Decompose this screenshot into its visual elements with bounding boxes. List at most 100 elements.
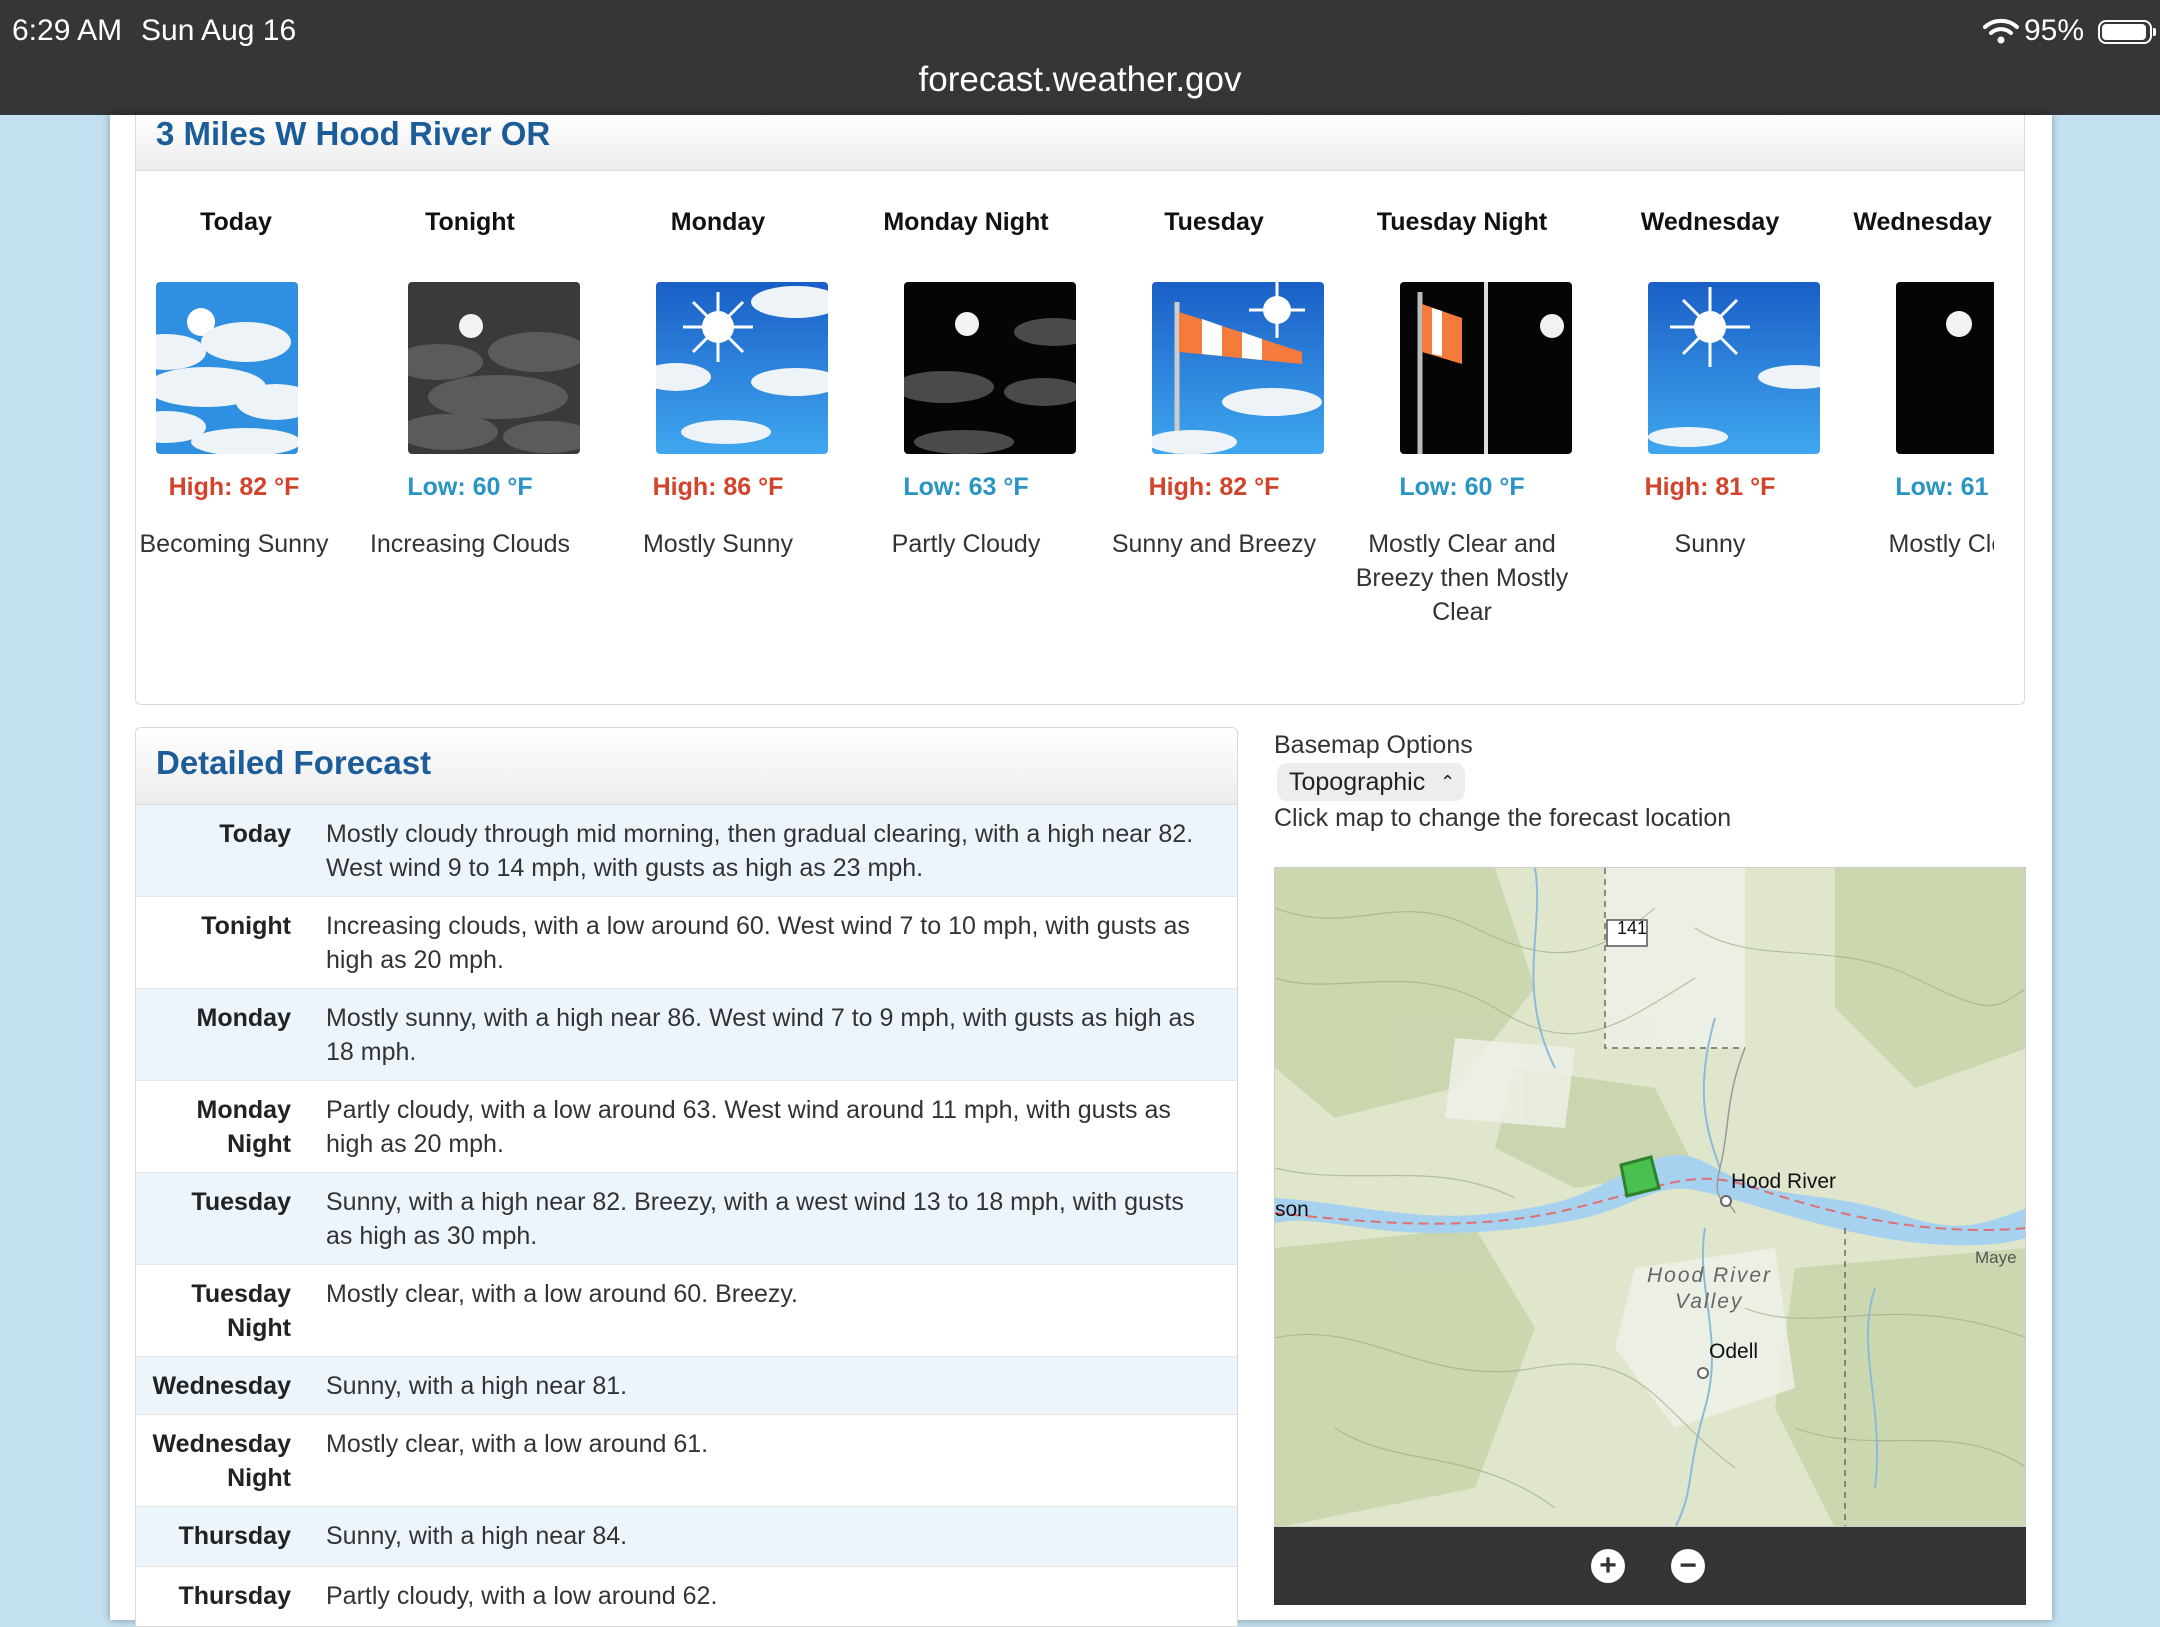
clear-breezy-night-icon: [1400, 282, 1572, 454]
period-wednesday-night[interactable]: Wednesday Night Low: 61 °F Mostly Clear: [1834, 170, 1994, 700]
location-title: 3 Miles W Hood River OR: [156, 115, 551, 152]
mostly-clear-night-icon: [1896, 282, 1994, 454]
short-forecast: Sunny and Breezy: [1111, 530, 1317, 558]
forecast-row: Tuesday Sunny, with a high near 82. Bree…: [136, 1173, 1237, 1265]
short-forecast: Sunny: [1674, 530, 1746, 558]
basemap-options-label: Basemap Options: [1274, 731, 1473, 759]
seven-day-forecast: 3 Miles W Hood River OR Today High: 82 °…: [135, 115, 2025, 705]
battery-icon: [2098, 20, 2156, 44]
map-zoom-controls: + −: [1274, 1527, 2026, 1605]
row-label: Tuesday: [191, 1188, 291, 1216]
short-forecast: Mostly Clear: [1888, 530, 1994, 558]
becoming-sunny-icon: [156, 282, 298, 454]
row-text: Mostly cloudy through mid morning, then …: [326, 820, 1194, 882]
increasing-clouds-night-icon: [408, 282, 580, 454]
forecast-row: Today Mostly cloudy through mid morning,…: [136, 805, 1237, 897]
period-name: Tuesday: [1164, 208, 1264, 236]
temperature-low: Low: 61 °F: [1895, 473, 1994, 501]
wifi-icon: [1983, 18, 2019, 44]
date: Sun Aug 16: [141, 14, 297, 47]
forecast-row: Wednesday Sunny, with a high near 81.: [136, 1357, 1237, 1415]
zoom-out-button[interactable]: −: [1671, 1549, 1705, 1583]
temperature-high: High: 81 °F: [1644, 473, 1776, 501]
row-text: Partly cloudy, with a low around 62.: [326, 1582, 718, 1610]
temperature-high: High: 82 °F: [1148, 473, 1280, 501]
clock: 6:29 AM: [12, 14, 123, 47]
row-text: Sunny, with a high near 84.: [326, 1522, 628, 1550]
browser-status-bar: 6:29 AM Sun Aug 16 95% forecast.weather.…: [0, 0, 2160, 115]
period-name: Monday Night: [883, 208, 1049, 236]
temperature-high: High: 82 °F: [168, 473, 300, 501]
row-label: Tonight: [201, 912, 291, 940]
map-label-valley: Hood River: [1647, 1264, 1773, 1287]
basemap-selected-value: Topographic: [1289, 768, 1426, 796]
url-bar[interactable]: forecast.weather.gov: [0, 60, 2160, 100]
period-tonight[interactable]: Tonight Low: 60 °F Increasing Clouds: [346, 170, 594, 700]
period-today[interactable]: Today High: 82 °F Becoming Sunny: [136, 170, 336, 700]
temperature-low: Low: 60 °F: [1399, 473, 1525, 501]
row-label: Wednesday Night: [152, 1430, 291, 1492]
forecast-row: Monday Night Partly cloudy, with a low a…: [136, 1081, 1237, 1173]
period-name: Wednesday Night: [1853, 208, 1994, 236]
forecast-map[interactable]: 141 Hood River Hood River Valley Odell s…: [1274, 867, 2026, 1527]
map-label-east: Maye: [1975, 1248, 2017, 1267]
period-name: Tonight: [425, 208, 515, 236]
forecast-row: Tonight Increasing clouds, with a low ar…: [136, 897, 1237, 989]
period-monday-night[interactable]: Monday Night Low: 63 °F Partly Cloudy: [842, 170, 1090, 700]
sunny-icon: [1648, 282, 1820, 454]
temperature-low: Low: 63 °F: [903, 473, 1029, 501]
period-tuesday-night[interactable]: Tuesday Night Low: 60 °F Mostly Clear an…: [1338, 170, 1586, 700]
temperature-high: High: 86 °F: [652, 473, 784, 501]
row-label: Thursday: [178, 1582, 291, 1610]
mostly-sunny-icon: [656, 282, 828, 454]
topographic-basemap: [1275, 868, 2025, 1526]
route-shield-label: 141: [1617, 918, 1648, 938]
row-text: Partly cloudy, with a low around 63. Wes…: [326, 1096, 1171, 1158]
short-forecast: Mostly Clear and Breezy then Mostly Clea…: [1355, 530, 1569, 626]
map-label-valley-line2: Valley: [1675, 1290, 1744, 1313]
page-content: 3 Miles W Hood River OR Today High: 82 °…: [110, 115, 2052, 1627]
map-instructions: Click map to change the forecast locatio…: [1274, 804, 1732, 832]
map-label-odell: Odell: [1709, 1340, 1759, 1363]
period-name: Tuesday Night: [1376, 208, 1548, 236]
period-monday[interactable]: Monday High: 86 °F Mostly Sunny: [594, 170, 842, 700]
forecast-row: Thursday Partly cloudy, with a low aroun…: [136, 1567, 1237, 1626]
detailed-forecast: Detailed Forecast Today Mostly cloudy th…: [135, 727, 1238, 1627]
partly-cloudy-night-icon: [904, 282, 1076, 454]
row-text: Increasing clouds, with a low around 60.…: [326, 912, 1190, 974]
row-label: Thursday: [178, 1522, 291, 1550]
map-section: Basemap Options Topographic ⌃ Click map …: [1274, 727, 2026, 1627]
forecast-row: Tuesday Night Mostly clear, with a low a…: [136, 1265, 1237, 1357]
basemap-select[interactable]: Topographic ⌃: [1277, 763, 1466, 801]
sunny-breezy-icon: [1152, 282, 1324, 454]
detailed-forecast-header: Detailed Forecast: [136, 728, 1237, 805]
temperature-low: Low: 60 °F: [407, 473, 533, 501]
period-name: Monday: [670, 208, 766, 236]
map-label-hood-river: Hood River: [1731, 1170, 1837, 1193]
row-text: Mostly sunny, with a high near 86. West …: [326, 1004, 1195, 1066]
row-label: Monday Night: [196, 1096, 291, 1158]
forecast-row: Wednesday Night Mostly clear, with a low…: [136, 1415, 1237, 1507]
detailed-forecast-title: Detailed Forecast: [156, 744, 432, 781]
row-label: Tuesday Night: [191, 1280, 291, 1342]
row-label: Today: [219, 820, 291, 848]
battery-percent: 95%: [2024, 14, 2085, 47]
select-chevron-icon: ⌃: [1440, 772, 1456, 792]
forecast-header: 3 Miles W Hood River OR: [136, 115, 2024, 171]
row-text: Mostly clear, with a low around 61.: [326, 1430, 709, 1458]
period-wednesday[interactable]: Wednesday High: 81 °F Sunny: [1586, 170, 1834, 700]
short-forecast: Becoming Sunny: [139, 530, 329, 558]
period-name: Today: [200, 208, 272, 236]
forecast-row: Thursday Sunny, with a high near 84.: [136, 1507, 1237, 1567]
map-label-west: son: [1275, 1198, 1309, 1221]
short-forecast: Mostly Sunny: [642, 530, 794, 558]
row-label: Monday: [196, 1004, 291, 1032]
row-label: Wednesday: [152, 1372, 291, 1400]
short-forecast: Partly Cloudy: [891, 530, 1041, 558]
row-text: Sunny, with a high near 81.: [326, 1372, 628, 1400]
short-forecast: Increasing Clouds: [369, 530, 571, 558]
period-tuesday[interactable]: Tuesday High: 82 °F Sunny and Breezy: [1090, 170, 1338, 700]
zoom-in-button[interactable]: +: [1591, 1549, 1625, 1583]
period-name: Wednesday: [1640, 208, 1780, 236]
forecast-row: Monday Mostly sunny, with a high near 86…: [136, 989, 1237, 1081]
